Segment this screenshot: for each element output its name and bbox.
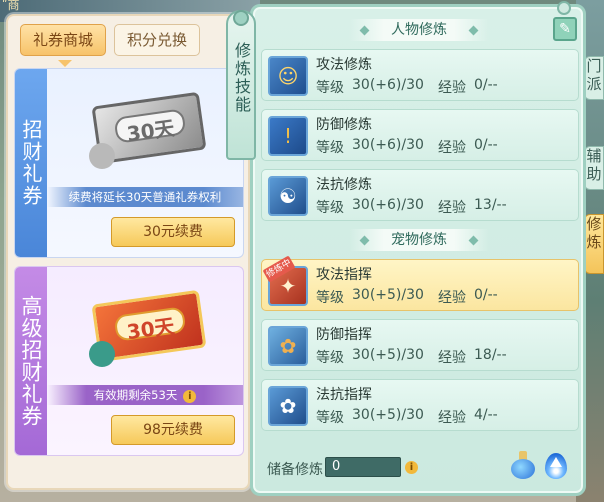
info-icon[interactable]: i bbox=[183, 390, 197, 403]
coupon-note: 续费将延长30天普通礼券权利 bbox=[47, 187, 243, 207]
coupon-card-premium: 高级招财礼券 30天 有效期剩余53天 i 98元续费 bbox=[14, 266, 244, 456]
tab-cultivation-skills[interactable]: 修炼技能 bbox=[226, 10, 256, 160]
renew-98-button[interactable]: 98元续费 bbox=[111, 415, 235, 445]
skill-row[interactable]: ☯ 法抗修炼 等级 30(+6)/30 经验 13/-- bbox=[261, 169, 579, 221]
level-value: 30(+6)/30 bbox=[352, 137, 424, 153]
side-button-cultivate[interactable]: 修炼 bbox=[584, 214, 604, 274]
cultivation-panel: ✎ 人物修炼 ☺ 攻法修炼 等级 30(+6)/30 经验 0/-- ! 防御修… bbox=[250, 1, 586, 496]
skill-name: 法抗修炼 bbox=[316, 177, 372, 193]
coupon-note: 有效期剩余53天 i bbox=[47, 385, 243, 405]
exp-value: 0/-- bbox=[474, 287, 498, 303]
active-tab-arrow bbox=[58, 60, 72, 67]
skill-name: 攻法修炼 bbox=[316, 57, 372, 73]
tab-knob bbox=[233, 10, 249, 26]
reserve-help-icon[interactable]: i bbox=[405, 461, 418, 474]
level-value: 30(+5)/30 bbox=[352, 287, 424, 303]
level-label: 等级 bbox=[316, 140, 344, 156]
silver-ticket-icon: 30天 bbox=[85, 87, 215, 173]
shield-icon: ! bbox=[268, 116, 308, 156]
paw-resist-icon: ✿ bbox=[268, 386, 308, 426]
level-value: 30(+6)/30 bbox=[352, 197, 424, 213]
skill-row[interactable]: ☺ 攻法修炼 等级 30(+6)/30 经验 0/-- bbox=[261, 49, 579, 101]
coupon-card-title: 招财礼券 bbox=[15, 69, 47, 257]
skill-name: 防御修炼 bbox=[316, 117, 372, 133]
exp-label: 经验 bbox=[438, 200, 466, 216]
exp-value: 0/-- bbox=[474, 137, 498, 153]
exp-value: 13/-- bbox=[474, 197, 507, 213]
paw-shield-icon: ✿ bbox=[268, 326, 308, 366]
level-label: 等级 bbox=[316, 80, 344, 96]
section-title-character: 人物修炼 bbox=[349, 19, 489, 41]
potion-icon[interactable] bbox=[511, 451, 535, 479]
side-button-sect[interactable]: 门派 bbox=[584, 56, 604, 100]
reserve-label: 储备修炼 bbox=[267, 462, 323, 478]
skill-row-selected[interactable]: ✦ 修炼中 攻法指挥 等级 30(+5)/30 经验 0/-- bbox=[261, 255, 579, 311]
level-label: 等级 bbox=[316, 410, 344, 426]
person-attack-icon: ☺ bbox=[268, 56, 308, 96]
coupon-card-title: 高级招财礼券 bbox=[15, 267, 47, 455]
skill-row[interactable]: ✿ 法抗指挥 等级 30(+5)/30 经验 4/-- bbox=[261, 379, 579, 431]
exp-label: 经验 bbox=[438, 80, 466, 96]
coupon-panel: 礼券商城 积分兑换 招财礼券 30天 续费将延长30天普通礼券权利 30元续费 … bbox=[6, 14, 250, 490]
exp-value: 0/-- bbox=[474, 77, 498, 93]
exp-value: 4/-- bbox=[474, 407, 498, 423]
red-ticket-icon: 30天 bbox=[85, 285, 215, 371]
yin-yang-icon: ☯ bbox=[268, 176, 308, 216]
level-value: 30(+6)/30 bbox=[352, 77, 424, 93]
tab-coupon-mall[interactable]: 礼券商城 bbox=[20, 24, 107, 56]
exp-label: 经验 bbox=[438, 350, 466, 366]
reserve-input[interactable]: 0 bbox=[325, 457, 401, 477]
tab-points-exchange[interactable]: 积分兑换 bbox=[114, 24, 201, 56]
edit-icon[interactable]: ✎ bbox=[553, 17, 577, 41]
skill-row[interactable]: ✿ 防御指挥 等级 30(+5)/30 经验 18/-- bbox=[261, 319, 579, 371]
skill-name: 防御指挥 bbox=[316, 327, 372, 343]
skill-name: 攻法指挥 bbox=[316, 267, 372, 283]
coupon-card-basic: 招财礼券 30天 续费将延长30天普通礼券权利 30元续费 bbox=[14, 68, 244, 258]
exp-label: 经验 bbox=[438, 140, 466, 156]
level-label: 等级 bbox=[316, 350, 344, 366]
level-label: 等级 bbox=[316, 200, 344, 216]
exp-label: 经验 bbox=[438, 410, 466, 426]
level-value: 30(+5)/30 bbox=[352, 347, 424, 363]
tab-label: 修炼技能 bbox=[232, 42, 251, 114]
renew-30-button[interactable]: 30元续费 bbox=[111, 217, 235, 247]
side-button-assist[interactable]: 辅助 bbox=[584, 146, 604, 190]
level-value: 30(+5)/30 bbox=[352, 407, 424, 423]
section-title-pet: 宠物修炼 bbox=[349, 229, 489, 251]
exp-label: 经验 bbox=[438, 290, 466, 306]
skill-name: 法抗指挥 bbox=[316, 387, 372, 403]
upgrade-flame-icon[interactable] bbox=[545, 453, 567, 479]
level-label: 等级 bbox=[316, 290, 344, 306]
coupon-tabs: 礼券商城 积分兑换 bbox=[20, 24, 201, 56]
panel-knob bbox=[557, 1, 571, 15]
skill-row[interactable]: ! 防御修炼 等级 30(+6)/30 经验 0/-- bbox=[261, 109, 579, 161]
background-shop-text: ʺ商 bbox=[2, 0, 20, 12]
exp-value: 18/-- bbox=[474, 347, 507, 363]
